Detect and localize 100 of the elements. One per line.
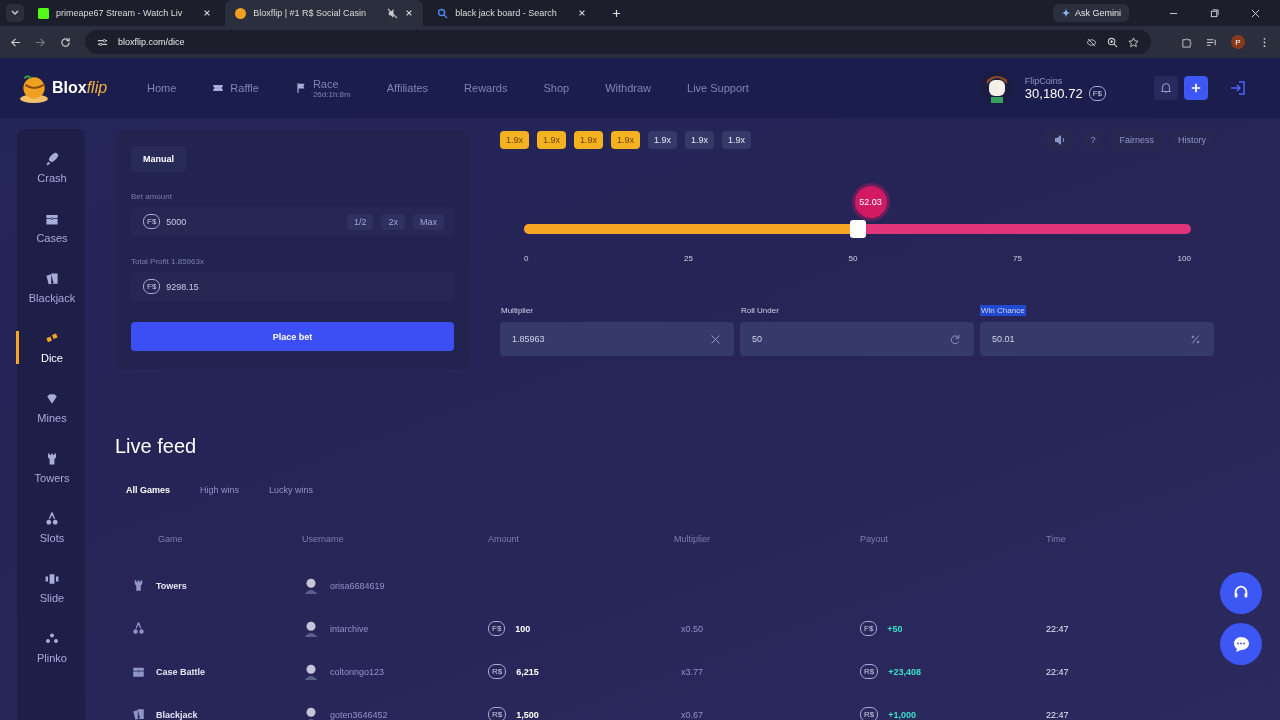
- sparkle-icon: [1061, 8, 1071, 18]
- forward-icon[interactable]: [35, 36, 46, 48]
- tab-title: black jack board - Search: [455, 8, 557, 18]
- logo-icon[interactable]: [18, 72, 50, 104]
- balance-label[interactable]: FlipCoins: [1024, 75, 1106, 86]
- percent-icon[interactable]: [1189, 332, 1202, 346]
- currency-badge: F$: [488, 621, 506, 636]
- profit-field[interactable]: F$ 9298.15: [131, 272, 454, 301]
- browser-tab[interactable]: black jack board - Search: [427, 0, 596, 26]
- extensions-icon[interactable]: [1181, 36, 1192, 48]
- history-button[interactable]: History: [1170, 130, 1214, 150]
- nav-link[interactable]: Raffle: [212, 77, 259, 99]
- zoom-icon[interactable]: [1107, 36, 1118, 48]
- star-icon[interactable]: [1128, 36, 1139, 48]
- sidebar-item[interactable]: Towers: [16, 451, 85, 484]
- place-bet-button[interactable]: Place bet: [131, 322, 454, 351]
- new-tab-icon[interactable]: [611, 8, 621, 18]
- speaker-icon: [1054, 134, 1067, 146]
- sidebar-item[interactable]: Mines: [16, 391, 85, 424]
- sidebar-item[interactable]: Cases: [16, 211, 85, 244]
- tick-label: 100: [1177, 254, 1191, 263]
- ask-gemini-button[interactable]: Ask Gemini: [1053, 4, 1129, 22]
- site-settings-icon[interactable]: [97, 36, 108, 48]
- sidebar-item[interactable]: Slide: [16, 571, 85, 604]
- field-label: Total Profit 1.85963x: [131, 257, 205, 266]
- user-avatar[interactable]: [978, 70, 1015, 106]
- profile-avatar[interactable]: P: [1231, 35, 1245, 49]
- close-icon[interactable]: [577, 9, 586, 17]
- column-header: Username: [302, 534, 345, 544]
- table-cell: 100: [515, 623, 531, 634]
- bet-modifier-button[interactable]: 2x: [381, 213, 405, 230]
- search-icon: [437, 7, 449, 19]
- feed-tab[interactable]: All Games: [126, 485, 171, 495]
- table-cell-text: x3.77: [680, 666, 704, 677]
- result-chip: 1.9x: [648, 131, 678, 149]
- column-header: Game: [157, 534, 184, 544]
- slider-thumb[interactable]: [849, 220, 866, 238]
- input-field[interactable]: 1.85963: [500, 322, 734, 356]
- table-cell: 6,215: [516, 666, 539, 677]
- nav-link[interactable]: Rewards: [464, 77, 508, 99]
- table-cell: intarchive: [330, 623, 369, 634]
- address-bar[interactable]: bloxflip.com/dice: [85, 30, 1151, 54]
- nav-link[interactable]: Race 26d:1h:8m: [294, 77, 351, 99]
- notifications-button[interactable]: [1154, 76, 1178, 100]
- close-icon[interactable]: [203, 9, 212, 17]
- sound-button[interactable]: [1046, 130, 1075, 150]
- nav-link[interactable]: Shop: [543, 77, 570, 99]
- result-chip: 1.9x: [500, 131, 529, 149]
- sidebar-item[interactable]: Dice: [16, 331, 85, 364]
- fairness-button[interactable]: Fairness: [1111, 130, 1162, 150]
- bet-amount-field[interactable]: F$ 5000 1/2 2x Max: [131, 207, 454, 236]
- support-button[interactable]: [1220, 572, 1262, 614]
- nav-link[interactable]: Affiliates: [386, 77, 429, 99]
- table-cell: orisa6684619: [330, 580, 385, 591]
- balance-amount: 30,180.72: [1024, 85, 1083, 101]
- coin-icon: [235, 7, 247, 19]
- user-avatar: [302, 576, 320, 595]
- browser-tab[interactable]: Bloxflip | #1 R$ Social Casin: [225, 0, 424, 26]
- sidebar-item[interactable]: Slots: [16, 511, 85, 544]
- chat-button[interactable]: [1220, 623, 1262, 665]
- login-icon[interactable]: [1230, 80, 1246, 96]
- input-field[interactable]: 50: [740, 322, 974, 356]
- currency-badge: F$: [860, 621, 878, 636]
- browser-tab[interactable]: primeape67 Stream - Watch Liv: [28, 0, 222, 26]
- chevron-down-icon[interactable]: [10, 8, 20, 18]
- restore-icon[interactable]: [1210, 8, 1219, 18]
- feed-tab[interactable]: High wins: [200, 485, 240, 495]
- ticket-icon: [212, 82, 225, 94]
- currency-badge: F$: [143, 279, 161, 294]
- currency-badge: F$: [1088, 85, 1106, 101]
- column-header: Payout: [860, 534, 890, 544]
- nav-link[interactable]: Live Support: [687, 77, 749, 99]
- currency-badge: F$: [143, 214, 161, 229]
- close-icon[interactable]: [405, 9, 414, 17]
- bet-modifier-button[interactable]: 1/2: [346, 213, 374, 230]
- nav-link[interactable]: Home: [147, 77, 177, 99]
- cards-icon: [131, 707, 146, 720]
- refresh-icon[interactable]: [949, 332, 962, 346]
- input-field[interactable]: 50.01: [980, 322, 1214, 356]
- manual-tab[interactable]: Manual: [131, 146, 186, 172]
- tick-label: 25: [684, 254, 693, 263]
- table-cell: +23,408: [888, 666, 922, 677]
- bet-modifier-button[interactable]: Max: [413, 213, 444, 230]
- feed-tab[interactable]: Lucky wins: [269, 485, 314, 495]
- muted-icon[interactable]: [387, 7, 399, 19]
- user-avatar: [302, 662, 320, 681]
- deposit-button[interactable]: [1184, 76, 1208, 100]
- media-icon[interactable]: [1206, 36, 1217, 48]
- sidebar-item[interactable]: Blackjack: [16, 271, 85, 304]
- table-cell: +50: [887, 623, 903, 634]
- back-icon[interactable]: [10, 36, 21, 48]
- eye-off-icon[interactable]: [1086, 36, 1097, 48]
- logo-text[interactable]: Bloxflip: [52, 79, 108, 97]
- sidebar-item[interactable]: Crash: [16, 151, 85, 184]
- nav-link[interactable]: Withdraw: [605, 77, 652, 99]
- table-cell: coltonngo123: [330, 666, 385, 677]
- help-button[interactable]: ?: [1082, 130, 1104, 150]
- sidebar-item[interactable]: Plinko: [16, 631, 85, 664]
- close-icon[interactable]: [1251, 8, 1260, 18]
- reload-icon[interactable]: [60, 36, 71, 48]
